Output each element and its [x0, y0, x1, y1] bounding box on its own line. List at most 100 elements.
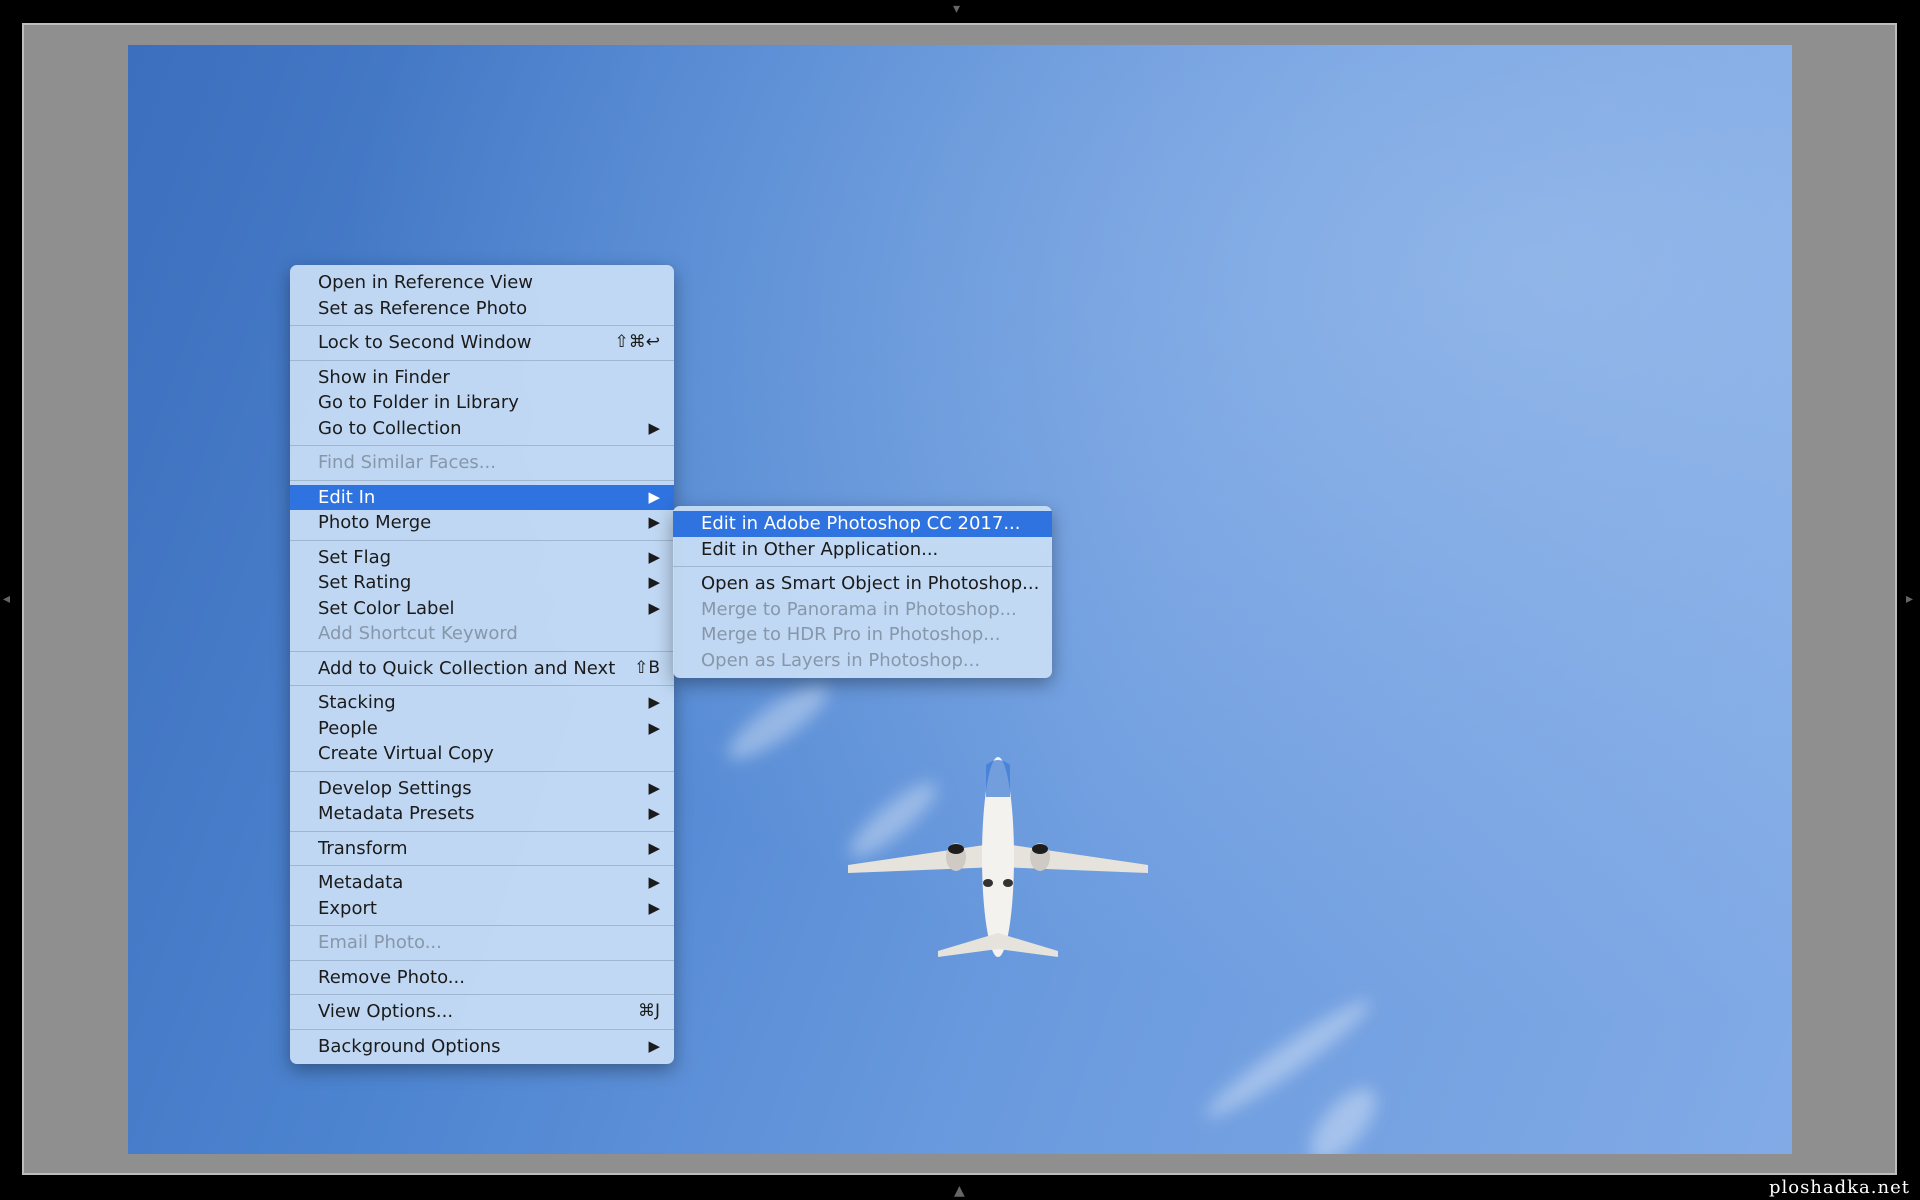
- menu-item-develop-settings[interactable]: Develop Settings ▶: [290, 776, 674, 802]
- menu-item-label: Edit in Other Application...: [701, 538, 939, 560]
- keyboard-shortcut: ⇧B: [634, 657, 660, 678]
- menu-item-label: Open in Reference View: [318, 272, 534, 293]
- menu-item-label: Open as Layers in Photoshop...: [701, 649, 981, 671]
- cloud: [1298, 1077, 1388, 1154]
- menu-item-label: Set Color Label: [318, 597, 455, 619]
- menu-item-set-flag[interactable]: Set Flag ▶: [290, 545, 674, 571]
- left-panel-toggle[interactable]: ◂: [3, 592, 10, 606]
- submenu-arrow-icon: ▶: [648, 718, 660, 737]
- menu-item-label: Export: [318, 897, 377, 919]
- top-panel-toggle[interactable]: ▾: [953, 2, 960, 16]
- menu-item-remove-photo[interactable]: Remove Photo...: [290, 965, 674, 991]
- keyboard-shortcut: ⌘J: [637, 1001, 660, 1021]
- submenu-item-open-as-smart-object-in-photoshop[interactable]: Open as Smart Object in Photoshop...: [673, 571, 1052, 597]
- menu-separator: [290, 959, 674, 961]
- menu-separator: [673, 566, 1052, 567]
- submenu-arrow-icon: ▶: [648, 778, 660, 797]
- menu-item-label: Set Flag: [318, 546, 392, 568]
- submenu-arrow-icon: ▶: [648, 1036, 660, 1055]
- menu-item-photo-merge[interactable]: Photo Merge ▶: [290, 510, 674, 536]
- menu-separator: [290, 685, 674, 686]
- menu-item-open-in-reference-view[interactable]: Open in Reference View: [290, 270, 674, 296]
- menu-item-add-shortcut-keyword: Add Shortcut Keyword: [290, 621, 674, 647]
- menu-separator: [290, 1028, 674, 1030]
- menu-item-label: Edit In: [318, 486, 376, 508]
- menu-item-background-options[interactable]: Background Options ▶: [290, 1034, 674, 1060]
- menu-item-label: Go to Collection: [318, 417, 462, 439]
- menu-item-label: Add Shortcut Keyword: [318, 623, 518, 644]
- menu-item-label: Metadata Presets: [318, 803, 475, 824]
- menu-item-find-similar-faces: Find Similar Faces...: [290, 450, 674, 476]
- cloud: [719, 673, 837, 771]
- menu-item-label: Go to Folder in Library: [318, 392, 519, 413]
- menu-item-metadata[interactable]: Metadata ▶: [290, 870, 674, 896]
- menu-separator: [290, 994, 674, 995]
- right-panel-toggle[interactable]: ▸: [1906, 592, 1913, 606]
- menu-separator: [290, 865, 674, 866]
- menu-separator: [290, 770, 674, 772]
- watermark: ploshadka.net: [1768, 1177, 1910, 1198]
- submenu-arrow-icon: ▶: [648, 418, 660, 437]
- edit-in-submenu: Edit in Adobe Photoshop CC 2017... Edit i…: [673, 506, 1052, 678]
- menu-item-email-photo: Email Photo...: [290, 930, 674, 956]
- menu-item-people[interactable]: People ▶: [290, 716, 674, 742]
- menu-item-label: View Options...: [318, 1001, 454, 1022]
- submenu-arrow-icon: ▶: [648, 487, 660, 506]
- menu-item-show-in-finder[interactable]: Show in Finder: [290, 365, 674, 391]
- menu-item-go-to-folder-in-library[interactable]: Go to Folder in Library: [290, 390, 674, 416]
- menu-item-label: Set as Reference Photo: [318, 297, 528, 319]
- menu-separator: [290, 830, 674, 832]
- submenu-item-merge-to-hdr-pro-in-photoshop: Merge to HDR Pro in Photoshop...: [673, 622, 1052, 648]
- menu-item-metadata-presets[interactable]: Metadata Presets ▶: [290, 801, 674, 827]
- menu-item-stacking[interactable]: Stacking ▶: [290, 690, 674, 716]
- menu-separator: [290, 539, 674, 541]
- photo-context-menu: Open in Reference View Set as Reference P…: [290, 265, 674, 1064]
- airplane-image: [848, 757, 1148, 957]
- submenu-item-open-as-layers-in-photoshop: Open as Layers in Photoshop...: [673, 648, 1052, 674]
- menu-item-label: Open as Smart Object in Photoshop...: [701, 573, 1040, 594]
- menu-item-label: Develop Settings: [318, 777, 472, 799]
- bottom-panel-toggle[interactable]: ▲: [954, 1184, 965, 1198]
- menu-item-set-as-reference-photo[interactable]: Set as Reference Photo: [290, 296, 674, 322]
- menu-separator: [290, 479, 674, 481]
- menu-item-lock-to-second-window[interactable]: Lock to Second Window ⇧⌘↩: [290, 330, 674, 356]
- menu-item-go-to-collection[interactable]: Go to Collection ▶: [290, 416, 674, 442]
- menu-item-label: Set Rating: [318, 572, 412, 593]
- submenu-arrow-icon: ▶: [648, 598, 660, 617]
- keyboard-shortcut: ⇧⌘↩: [614, 332, 661, 352]
- menu-separator: [290, 650, 674, 652]
- menu-item-transform[interactable]: Transform ▶: [290, 836, 674, 862]
- menu-item-label: Photo Merge: [318, 512, 432, 533]
- menu-item-view-options[interactable]: View Options... ⌘J: [290, 999, 674, 1025]
- submenu-arrow-icon: ▶: [648, 693, 660, 711]
- menu-item-add-to-quick-collection-and-next[interactable]: Add to Quick Collection and Next ⇧B: [290, 656, 674, 682]
- submenu-arrow-icon: ▶: [648, 804, 660, 822]
- menu-item-label: Stacking: [318, 692, 396, 713]
- menu-item-label: Email Photo...: [318, 932, 442, 953]
- menu-separator: [290, 445, 674, 446]
- menu-item-set-color-label[interactable]: Set Color Label ▶: [290, 596, 674, 622]
- menu-item-export[interactable]: Export ▶: [290, 896, 674, 922]
- menu-item-label: Lock to Second Window: [318, 332, 532, 353]
- submenu-item-edit-in-other-application[interactable]: Edit in Other Application...: [673, 537, 1052, 563]
- menu-item-label: Remove Photo...: [318, 966, 465, 988]
- submenu-arrow-icon: ▶: [648, 838, 660, 857]
- submenu-arrow-icon: ▶: [648, 547, 660, 566]
- menu-item-set-rating[interactable]: Set Rating ▶: [290, 570, 674, 596]
- menu-item-label: Create Virtual Copy: [318, 743, 494, 764]
- submenu-item-merge-to-panorama-in-photoshop: Merge to Panorama in Photoshop...: [673, 597, 1052, 623]
- submenu-arrow-icon: ▶: [648, 573, 660, 591]
- submenu-item-edit-in-adobe-photoshop-cc-2017[interactable]: Edit in Adobe Photoshop CC 2017...: [673, 511, 1052, 537]
- submenu-arrow-icon: ▶: [648, 873, 660, 891]
- menu-item-create-virtual-copy[interactable]: Create Virtual Copy: [290, 741, 674, 767]
- submenu-arrow-icon: ▶: [648, 898, 660, 917]
- menu-item-label: Edit in Adobe Photoshop CC 2017...: [701, 513, 1021, 534]
- lightroom-loupe-view: ▾ ▲ ◂ ▸ Open in Reference View Set as Ref…: [0, 0, 1920, 1200]
- menu-item-label: Find Similar Faces...: [318, 452, 496, 473]
- menu-item-label: Transform: [318, 837, 408, 859]
- submenu-arrow-icon: ▶: [648, 513, 660, 531]
- menu-item-label: People: [318, 717, 378, 739]
- menu-item-edit-in[interactable]: Edit In ▶: [290, 484, 674, 510]
- menu-item-label: Merge to Panorama in Photoshop...: [701, 598, 1017, 620]
- menu-item-label: Background Options: [318, 1035, 501, 1057]
